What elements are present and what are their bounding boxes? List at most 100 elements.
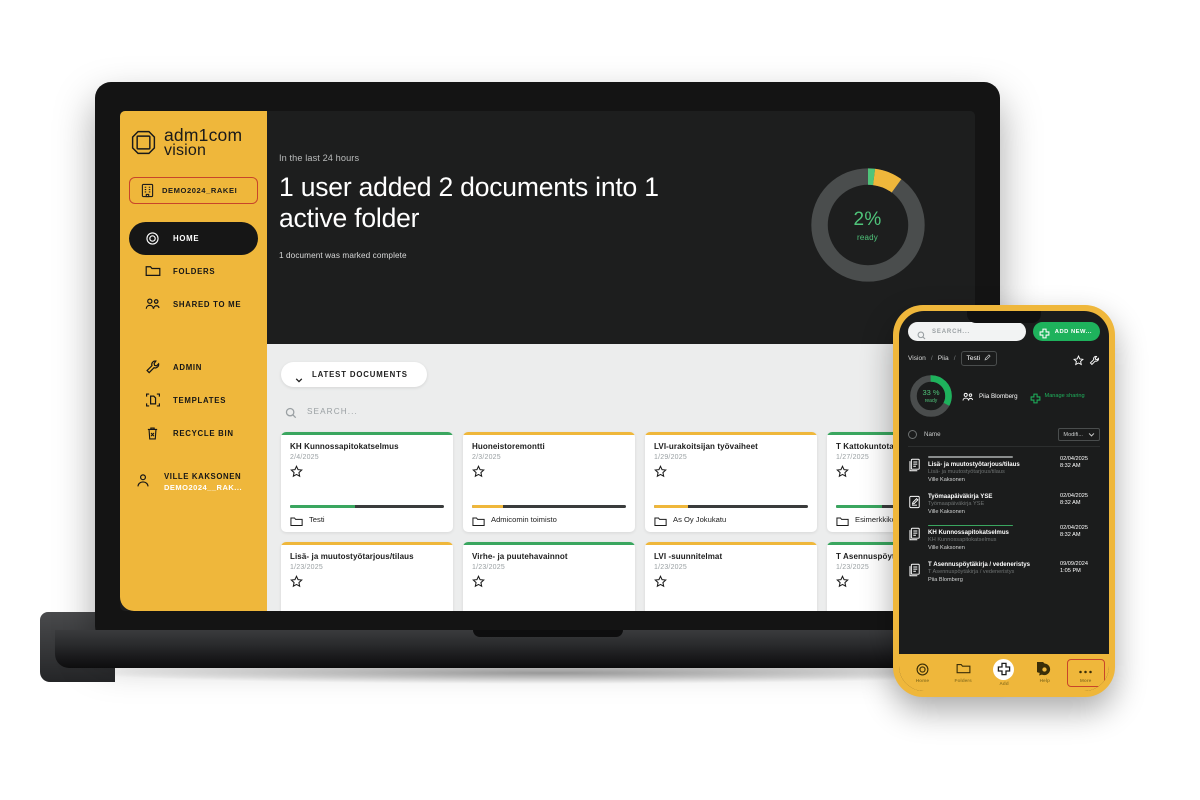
phone-item-title: Työmaapäiväkirja YSE bbox=[928, 492, 993, 500]
plus-badge-icon bbox=[1030, 391, 1041, 403]
sidebar-item-templates[interactable]: TEMPLATES bbox=[129, 384, 258, 417]
card-body: LVI -suunnitelmat 1/23/2025 bbox=[645, 545, 817, 612]
card-folder-name: As Oy Jokukatu bbox=[673, 514, 727, 524]
card-folder[interactable]: Admicomin toimisto bbox=[472, 514, 626, 526]
sidebar-item-home[interactable]: HOME bbox=[129, 221, 258, 255]
plus-badge-icon bbox=[1039, 326, 1050, 339]
phone-item-status-bar bbox=[928, 456, 1013, 458]
documents-search[interactable]: SEARCH... bbox=[281, 406, 975, 418]
people-icon bbox=[144, 296, 161, 313]
phone-nav-folders[interactable]: Folders bbox=[944, 662, 982, 684]
breadcrumb: Vision / Piia / Testi bbox=[899, 341, 1109, 366]
plus-badge-icon bbox=[993, 658, 1015, 680]
circle-select-icon[interactable] bbox=[908, 430, 917, 439]
phone-nav-home[interactable]: Home bbox=[903, 662, 941, 684]
folder-outline-icon bbox=[472, 514, 485, 526]
phone-item-meta: 02/04/2025 8:32 AM bbox=[1060, 456, 1100, 483]
star-outline-icon[interactable] bbox=[836, 574, 849, 588]
document-copy-icon bbox=[908, 527, 921, 541]
phone-item-date: 09/09/2024 bbox=[1060, 561, 1088, 568]
star-outline-icon[interactable] bbox=[654, 464, 667, 478]
company-badge[interactable]: DEMO2024_RAKEI bbox=[129, 176, 258, 204]
document-card[interactable]: Lisä- ja muutostyötarjous/tilaus 1/23/202… bbox=[281, 541, 453, 611]
breadcrumb-current-label: Testi bbox=[966, 355, 981, 362]
phone-donut-caption: ready bbox=[924, 398, 938, 404]
sidebar-user[interactable]: VILLE KAKSONEN DEMO2024__RAK... bbox=[120, 472, 267, 492]
phone-list-item[interactable]: Työmaapäiväkirja YSE Työmaapäiväkirja YSE… bbox=[908, 488, 1100, 520]
phone-item-author: Piia Blomberg bbox=[928, 577, 963, 584]
phone-add-new-button[interactable]: ADD NEW... bbox=[1032, 322, 1100, 341]
card-folder[interactable]: Testi bbox=[290, 514, 444, 526]
pencil-icon[interactable] bbox=[984, 354, 991, 363]
document-card[interactable]: LVI -suunnitelmat 1/23/2025 bbox=[645, 541, 817, 612]
wrench-icon[interactable] bbox=[1089, 353, 1100, 366]
sidebar-user-org: DEMO2024__RAK... bbox=[164, 482, 243, 492]
star-outline-icon[interactable] bbox=[654, 574, 667, 588]
card-title: Huoneistoremontti bbox=[472, 441, 545, 451]
phone-list-item[interactable]: Lisä- ja muutostyötarjous/tilaus Lisä- ja… bbox=[908, 451, 1100, 488]
donut-center-label: 2% ready bbox=[804, 161, 932, 289]
phone-list-item[interactable]: T Asennuspöytäkirja / vedeneristys T Asen… bbox=[908, 556, 1100, 588]
breadcrumb-mid[interactable]: Piia bbox=[938, 355, 949, 362]
document-card[interactable]: KH Kunnossapitokatselmus 2/4/2025 Testi bbox=[281, 431, 453, 532]
manage-sharing-label: Manage sharing bbox=[1044, 393, 1085, 399]
breadcrumb-root[interactable]: Vision bbox=[908, 355, 926, 362]
hero-panel: In the last 24 hours 1 user added 2 docu… bbox=[267, 111, 975, 344]
star-outline-icon[interactable] bbox=[290, 464, 303, 478]
phone-list-item[interactable]: KH Kunnossapitokatselmus KH Kunnossapitok… bbox=[908, 520, 1100, 557]
card-date: 1/23/2025 bbox=[654, 563, 687, 571]
phone-document-list: Lisä- ja muutostyötarjous/tilaus Lisä- ja… bbox=[899, 447, 1109, 654]
star-outline-icon[interactable] bbox=[290, 574, 303, 588]
phone-nav-help[interactable]: Help bbox=[1026, 660, 1064, 684]
phone-nav-add[interactable]: Add bbox=[985, 658, 1023, 687]
phone-search-placeholder: SEARCH... bbox=[932, 328, 970, 335]
document-card[interactable]: Huoneistoremontti 2/3/2025 Admicomin toimi… bbox=[463, 431, 635, 532]
phone-sort-dropdown[interactable]: Modifi... bbox=[1058, 428, 1100, 441]
documents-grid: KH Kunnossapitokatselmus 2/4/2025 Testi Huo… bbox=[281, 431, 975, 612]
sidebar-user-name: VILLE KAKSONEN bbox=[164, 471, 242, 481]
laptop-shadow bbox=[85, 662, 1015, 684]
page-title: 1 user added 2 documents into 1 active f… bbox=[279, 172, 659, 233]
sidebar-item-label: RECYCLE BIN bbox=[173, 428, 234, 438]
folder-icon bbox=[144, 263, 161, 280]
star-outline-icon[interactable] bbox=[1073, 353, 1084, 366]
phone-donut-value: 33 % bbox=[922, 388, 940, 397]
card-body: Virhe- ja puutehavainnot 1/23/2025 bbox=[463, 545, 635, 612]
card-body: Huoneistoremontti 2/3/2025 bbox=[463, 435, 635, 506]
app-logo[interactable]: adm1com vision bbox=[120, 123, 267, 159]
breadcrumb-current[interactable]: Testi bbox=[960, 351, 998, 366]
sidebar-item-admin[interactable]: ADMIN bbox=[129, 351, 258, 384]
phone-item-time: 8:32 AM bbox=[1060, 531, 1081, 538]
documents-panel: LATEST DOCUMENTS SEARCH... KH Kunnossapi… bbox=[267, 344, 975, 611]
document-card[interactable]: LVI-urakoitsijan työvaiheet 1/29/2025 As O… bbox=[645, 431, 817, 532]
phone-item-date: 02/04/2025 bbox=[1060, 456, 1088, 462]
hero-subtitle: 1 document was marked complete bbox=[279, 251, 407, 260]
star-outline-icon[interactable] bbox=[472, 574, 485, 588]
phone-search-input[interactable]: SEARCH... bbox=[908, 322, 1026, 341]
manage-sharing-button[interactable]: Manage sharing bbox=[1030, 391, 1085, 403]
latest-documents-toggle[interactable]: LATEST DOCUMENTS bbox=[281, 362, 427, 387]
document-card[interactable]: Virhe- ja puutehavainnot 1/23/2025 bbox=[463, 541, 635, 612]
phone-device: SEARCH... ADD NEW... Vision / Piia / Tes… bbox=[893, 305, 1115, 697]
phone-item-time: 1:05 PM bbox=[1060, 568, 1081, 575]
sidebar-item-shared-to-me[interactable]: SHARED TO ME bbox=[129, 288, 258, 321]
phone-nav-label: Help bbox=[1039, 678, 1050, 684]
phone-item-subtitle: KH Kunnossapitokatselmus bbox=[928, 537, 997, 544]
donut-caption: ready bbox=[856, 232, 878, 242]
sidebar-item-folders[interactable]: FOLDERS bbox=[129, 255, 258, 288]
chevron-down-icon bbox=[295, 371, 303, 383]
folder-outline-icon bbox=[836, 514, 849, 526]
star-outline-icon[interactable] bbox=[836, 464, 849, 478]
sidebar-user-text: VILLE KAKSONEN DEMO2024__RAK... bbox=[164, 472, 242, 492]
phone-nav-more[interactable]: More bbox=[1066, 658, 1105, 687]
phone-shared-user[interactable]: Piia Blomberg bbox=[962, 390, 1018, 402]
phone-nav-label: Home bbox=[915, 678, 930, 684]
card-date: 1/29/2025 bbox=[654, 453, 687, 461]
chat-help-icon bbox=[1034, 660, 1052, 677]
document-copy-icon bbox=[908, 563, 921, 577]
card-folder[interactable]: As Oy Jokukatu bbox=[654, 514, 808, 526]
sidebar-item-recycle-bin[interactable]: RECYCLE BIN bbox=[129, 417, 258, 450]
sidebar: adm1com vision DEMO2024_RAKEI HOME FOLDE… bbox=[120, 111, 267, 611]
sidebar-nav: HOME FOLDERS SHARED TO ME ADMIN TEMPLATE… bbox=[120, 221, 267, 492]
star-outline-icon[interactable] bbox=[472, 464, 485, 478]
